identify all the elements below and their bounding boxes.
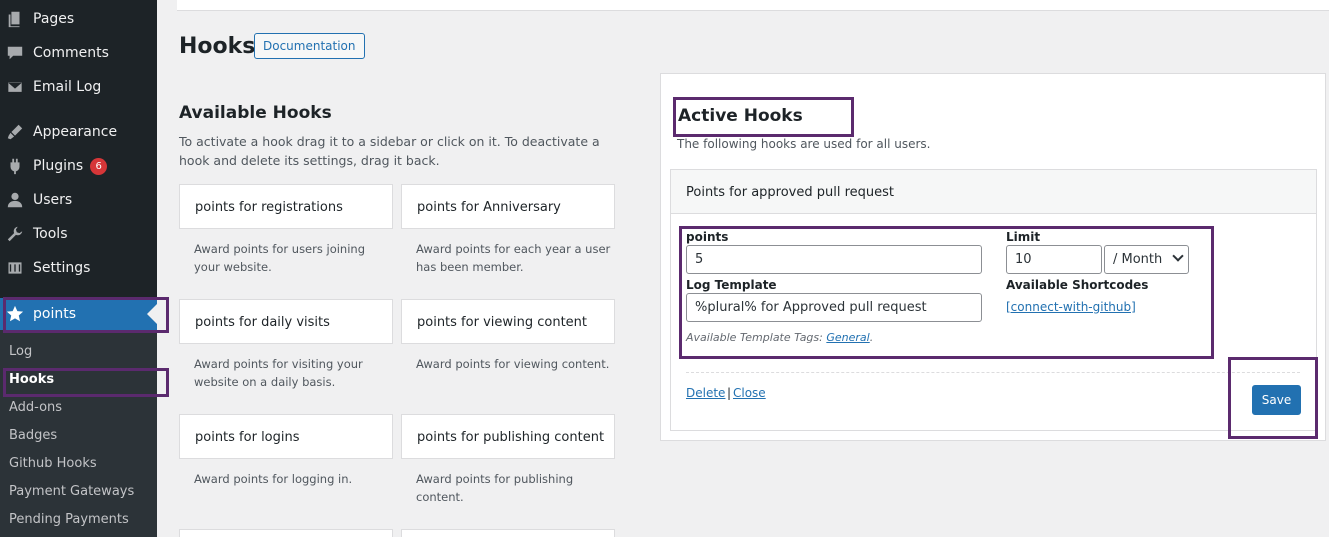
log-template-input[interactable] <box>686 293 982 322</box>
sidebar-item-appearance[interactable]: Appearance <box>0 115 157 149</box>
hook-description: Award points for visiting your website o… <box>194 357 363 389</box>
log-template-label: Log Template <box>686 278 777 292</box>
sidebar-item-label: Plugins <box>33 158 84 174</box>
available-hooks-title: Available Hooks <box>179 103 332 123</box>
submenu-item-badges[interactable]: Badges <box>9 428 57 443</box>
save-button[interactable]: Save <box>1252 385 1301 415</box>
users-icon <box>5 190 25 210</box>
star-icon <box>5 304 25 324</box>
available-hooks-description: To activate a hook drag it to a sidebar … <box>179 134 600 168</box>
points-input[interactable] <box>686 245 982 274</box>
limit-period-value: / Month <box>1113 252 1163 267</box>
hook-anniversary[interactable]: points for Anniversary <box>401 184 615 229</box>
hook-card-title: Points for approved pull request <box>686 185 895 200</box>
active-hooks-title: Active Hooks <box>678 106 803 126</box>
sidebar-item-label: Users <box>33 192 73 208</box>
sidebar-item-tools[interactable]: Tools <box>0 217 157 251</box>
submenu-item-hooks[interactable]: Hooks <box>9 372 54 387</box>
hook-description: Award points for logging in. <box>194 472 353 486</box>
documentation-button[interactable]: Documentation <box>254 33 365 59</box>
template-tags-note: Available Template Tags: General. <box>686 331 874 344</box>
submenu-item-log[interactable]: Log <box>9 344 32 359</box>
sidebar-item-label: Email Log <box>33 79 102 95</box>
submenu-item-github-hooks[interactable]: Github Hooks <box>9 456 97 471</box>
sidebar-item-label: Settings <box>33 260 91 276</box>
shortcode-link[interactable]: [connect-with-github] <box>1006 300 1136 314</box>
sidebar-item-email-log[interactable]: Email Log <box>0 70 157 104</box>
limit-period-select[interactable]: / Month <box>1104 245 1189 274</box>
sidebar-item-label: Appearance <box>33 124 118 140</box>
tools-icon <box>5 224 25 244</box>
hook-description: Award points for publishing content. <box>416 472 574 504</box>
submenu-item-pending-payments[interactable]: Pending Payments <box>9 512 129 527</box>
top-notice-bar <box>177 0 1329 11</box>
plugins-icon <box>5 156 25 176</box>
delete-link[interactable]: Delete <box>686 386 725 400</box>
hook-partial[interactable] <box>179 529 393 537</box>
sidebar-item-label: points <box>33 306 76 322</box>
hook-description: Award points for users joining your webs… <box>194 242 366 274</box>
pages-icon <box>5 9 25 29</box>
hook-description: Award points for each year a user has be… <box>416 242 611 274</box>
hook-viewing-content[interactable]: points for viewing content <box>401 299 615 344</box>
update-count-badge: 6 <box>90 157 108 175</box>
sidebar-item-label: Tools <box>33 226 68 242</box>
sidebar-item-points[interactable]: points <box>0 298 157 330</box>
shortcodes-label: Available Shortcodes <box>1006 278 1149 292</box>
points-label: points <box>686 230 729 244</box>
admin-sidebar: Pages Comments Email Log Appearance Plug… <box>0 0 157 537</box>
appearance-icon <box>5 122 25 142</box>
link-separator: | <box>727 386 732 400</box>
template-tags-general-link[interactable]: General <box>826 331 869 344</box>
limit-input[interactable] <box>1006 245 1102 274</box>
points-submenu: Log Hooks Add-ons Badges Github Hooks Pa… <box>0 330 157 537</box>
hook-publishing-content[interactable]: points for publishing content <box>401 414 615 459</box>
submenu-item-payment-gateways[interactable]: Payment Gateways <box>9 484 134 499</box>
settings-icon <box>5 258 25 278</box>
page-title: Hooks <box>179 34 256 59</box>
current-menu-arrow <box>147 304 157 324</box>
hook-daily-visits[interactable]: points for daily visits <box>179 299 393 344</box>
hook-description: Award points for viewing content. <box>416 357 610 371</box>
limit-label: Limit <box>1006 230 1041 244</box>
comments-icon <box>5 43 25 63</box>
sidebar-item-users[interactable]: Users <box>0 183 157 217</box>
hook-partial[interactable] <box>401 529 615 537</box>
email-icon <box>5 77 25 97</box>
close-link[interactable]: Close <box>733 386 766 400</box>
chevron-down-icon <box>1172 250 1184 262</box>
sidebar-item-settings[interactable]: Settings <box>0 251 157 285</box>
sidebar-item-label: Pages <box>33 11 75 27</box>
hook-logins[interactable]: points for logins <box>179 414 393 459</box>
card-divider <box>686 372 1300 373</box>
hook-registrations[interactable]: points for registrations <box>179 184 393 229</box>
sidebar-item-label: Comments <box>33 45 109 61</box>
sidebar-item-pages[interactable]: Pages <box>0 2 157 36</box>
sidebar-item-comments[interactable]: Comments <box>0 36 157 70</box>
sidebar-item-plugins[interactable]: Plugins 6 <box>0 149 157 183</box>
active-hooks-description: The following hooks are used for all use… <box>677 137 931 151</box>
submenu-item-add-ons[interactable]: Add-ons <box>9 400 62 415</box>
